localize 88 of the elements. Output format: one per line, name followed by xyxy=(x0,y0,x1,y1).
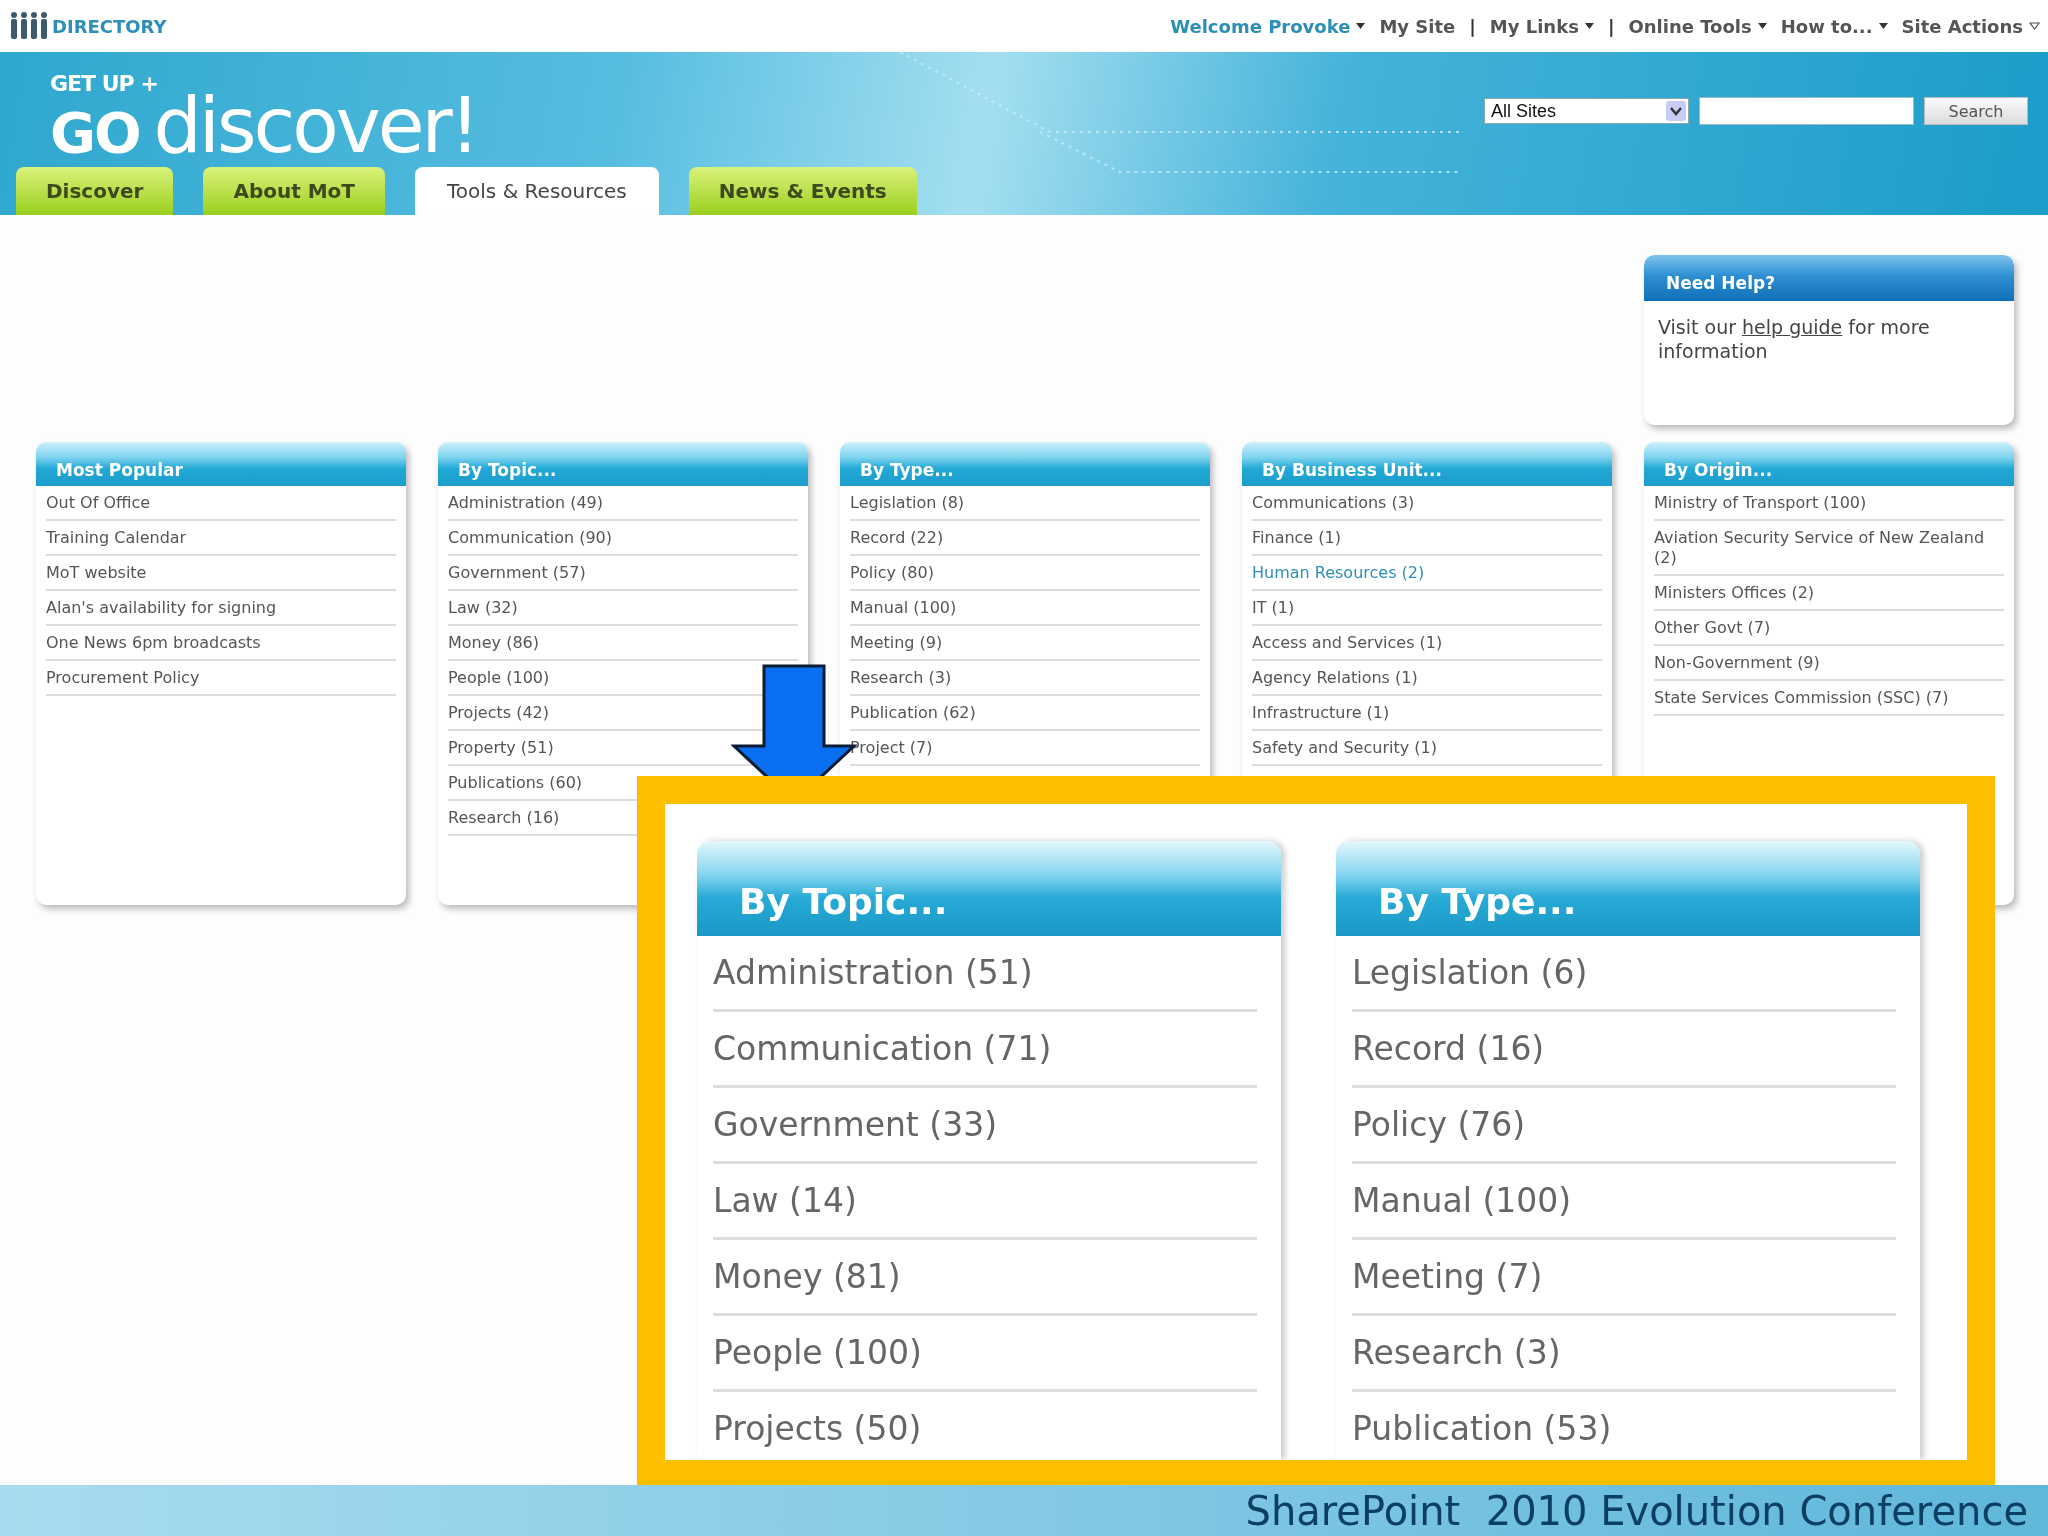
panel-title: Most Popular xyxy=(56,460,183,480)
category-link[interactable]: Meeting (9) xyxy=(850,633,943,653)
category-link[interactable]: People (100) xyxy=(713,1316,1257,1392)
directory-link[interactable]: DIRECTORY xyxy=(52,15,167,37)
category-link[interactable]: Non-Government (9) xyxy=(1654,653,1820,673)
category-link[interactable]: People (100) xyxy=(448,668,550,688)
people-icon xyxy=(8,11,48,41)
category-link[interactable]: MoT website xyxy=(46,563,147,583)
category-link[interactable]: Meeting (7) xyxy=(1352,1240,1896,1316)
category-link[interactable]: Policy (76) xyxy=(1352,1088,1896,1164)
category-link[interactable]: IT (1) xyxy=(1252,598,1295,618)
top-link[interactable]: Site Actions xyxy=(1901,15,2040,37)
nav-tab[interactable]: News & Events xyxy=(688,167,917,215)
top-link[interactable]: My Site xyxy=(1379,15,1456,37)
category-link[interactable]: Law (14) xyxy=(713,1164,1257,1240)
category-link[interactable]: Record (16) xyxy=(1352,1012,1896,1088)
nav-tab[interactable]: About MoT xyxy=(203,167,385,215)
caret-icon xyxy=(1878,23,1888,29)
panel-title: By Origin... xyxy=(1664,460,1773,480)
logo-go: GO xyxy=(50,105,140,161)
category-link[interactable]: Manual (100) xyxy=(850,598,957,618)
category-link[interactable]: Communication (90) xyxy=(448,528,613,548)
category-link[interactable]: Money (86) xyxy=(448,633,539,653)
caret-icon xyxy=(1757,23,1767,29)
category-link[interactable]: Legislation (8) xyxy=(850,493,965,513)
category-link[interactable]: Out Of Office xyxy=(46,493,151,513)
caret-icon xyxy=(1356,23,1366,29)
scope-dropdown[interactable]: All Sites xyxy=(1484,98,1689,124)
category-link[interactable]: Research (16) xyxy=(448,808,560,828)
category-link[interactable]: Legislation (6) xyxy=(1352,936,1896,1012)
category-link[interactable]: Aviation Security Service of New Zealand (2) xyxy=(1654,528,2004,568)
category-link[interactable]: Research (3) xyxy=(1352,1316,1896,1392)
category-link[interactable]: Communications (3) xyxy=(1252,493,1415,513)
logo-wordmark: discover! xyxy=(153,94,478,158)
category-link[interactable]: Procurement Policy xyxy=(46,668,200,688)
category-link[interactable]: Money (81) xyxy=(713,1240,1257,1316)
welcome-menu[interactable]: Welcome Provoke xyxy=(1170,15,1366,37)
category-link[interactable]: Other Govt (7) xyxy=(1654,618,1771,638)
category-link[interactable]: Record (22) xyxy=(850,528,944,548)
category-link[interactable]: Law (32) xyxy=(448,598,518,618)
search-field[interactable] xyxy=(1699,97,1914,125)
category-link[interactable]: Human Resources (2) xyxy=(1252,563,1425,583)
panel-title: By Type... xyxy=(1378,881,1577,922)
category-link[interactable]: Property (51) xyxy=(448,738,554,758)
category-link[interactable]: Administration (49) xyxy=(448,493,603,513)
panel-title: By Topic... xyxy=(739,881,948,922)
category-link[interactable]: Research (3) xyxy=(850,668,952,688)
category-link[interactable]: Administration (51) xyxy=(713,936,1257,1012)
search-button[interactable]: Search xyxy=(1924,97,2028,125)
panel-title: By Business Unit... xyxy=(1262,460,1442,480)
caret-icon xyxy=(2029,22,2040,30)
category-link[interactable]: Finance (1) xyxy=(1252,528,1341,548)
category-link[interactable]: Projects (50) xyxy=(713,1392,1257,1460)
category-link[interactable]: Access and Services (1) xyxy=(1252,633,1443,653)
top-link[interactable]: Online Tools xyxy=(1628,15,1767,37)
category-link[interactable]: Manual (100) xyxy=(1352,1164,1896,1240)
category-link[interactable]: Ministry of Transport (100) xyxy=(1654,493,1867,513)
separator: | xyxy=(1469,15,1476,37)
category-link[interactable]: Ministers Offices (2) xyxy=(1654,583,1815,603)
panel-title: Need Help? xyxy=(1666,273,1775,293)
conference-title: SharePoint 2010 Evolution Conference xyxy=(1245,1487,2028,1534)
category-link[interactable]: Communication (71) xyxy=(713,1012,1257,1088)
category-link[interactable]: One News 6pm broadcasts xyxy=(46,633,261,653)
help-text: Visit our help guide for more information xyxy=(1658,315,1931,363)
top-link[interactable]: My Links xyxy=(1489,15,1594,37)
nav-tab[interactable]: Tools & Resources xyxy=(415,167,659,215)
category-link[interactable]: Infrastructure (1) xyxy=(1252,703,1390,723)
category-link[interactable]: Policy (80) xyxy=(850,563,934,583)
nav-tab[interactable]: Discover xyxy=(16,167,174,215)
caret-icon xyxy=(1584,23,1594,29)
category-link[interactable]: Government (57) xyxy=(448,563,586,583)
top-link[interactable]: How to... xyxy=(1780,15,1888,37)
panel-title: By Type... xyxy=(860,460,954,480)
category-link[interactable]: Publications (60) xyxy=(448,773,583,793)
separator: | xyxy=(1607,15,1615,37)
category-link[interactable]: Training Calendar xyxy=(46,528,187,548)
category-link[interactable]: Agency Relations (1) xyxy=(1252,668,1418,688)
logo-tagline: GET UP + xyxy=(50,74,158,94)
category-link[interactable]: Government (33) xyxy=(713,1088,1257,1164)
category-link[interactable]: Safety and Security (1) xyxy=(1252,738,1437,758)
panel-title: By Topic... xyxy=(458,460,557,480)
category-link[interactable]: Projects (42) xyxy=(448,703,549,723)
category-link[interactable]: Publication (53) xyxy=(1352,1392,1896,1460)
category-link[interactable]: Project (7) xyxy=(850,738,933,758)
category-link[interactable]: Alan's availability for signing xyxy=(46,598,277,618)
category-link[interactable]: Publication (62) xyxy=(850,703,976,723)
help-guide-link[interactable]: help guide xyxy=(1742,316,1843,338)
category-link[interactable]: State Services Commission (SSC) (7) xyxy=(1654,688,1949,708)
